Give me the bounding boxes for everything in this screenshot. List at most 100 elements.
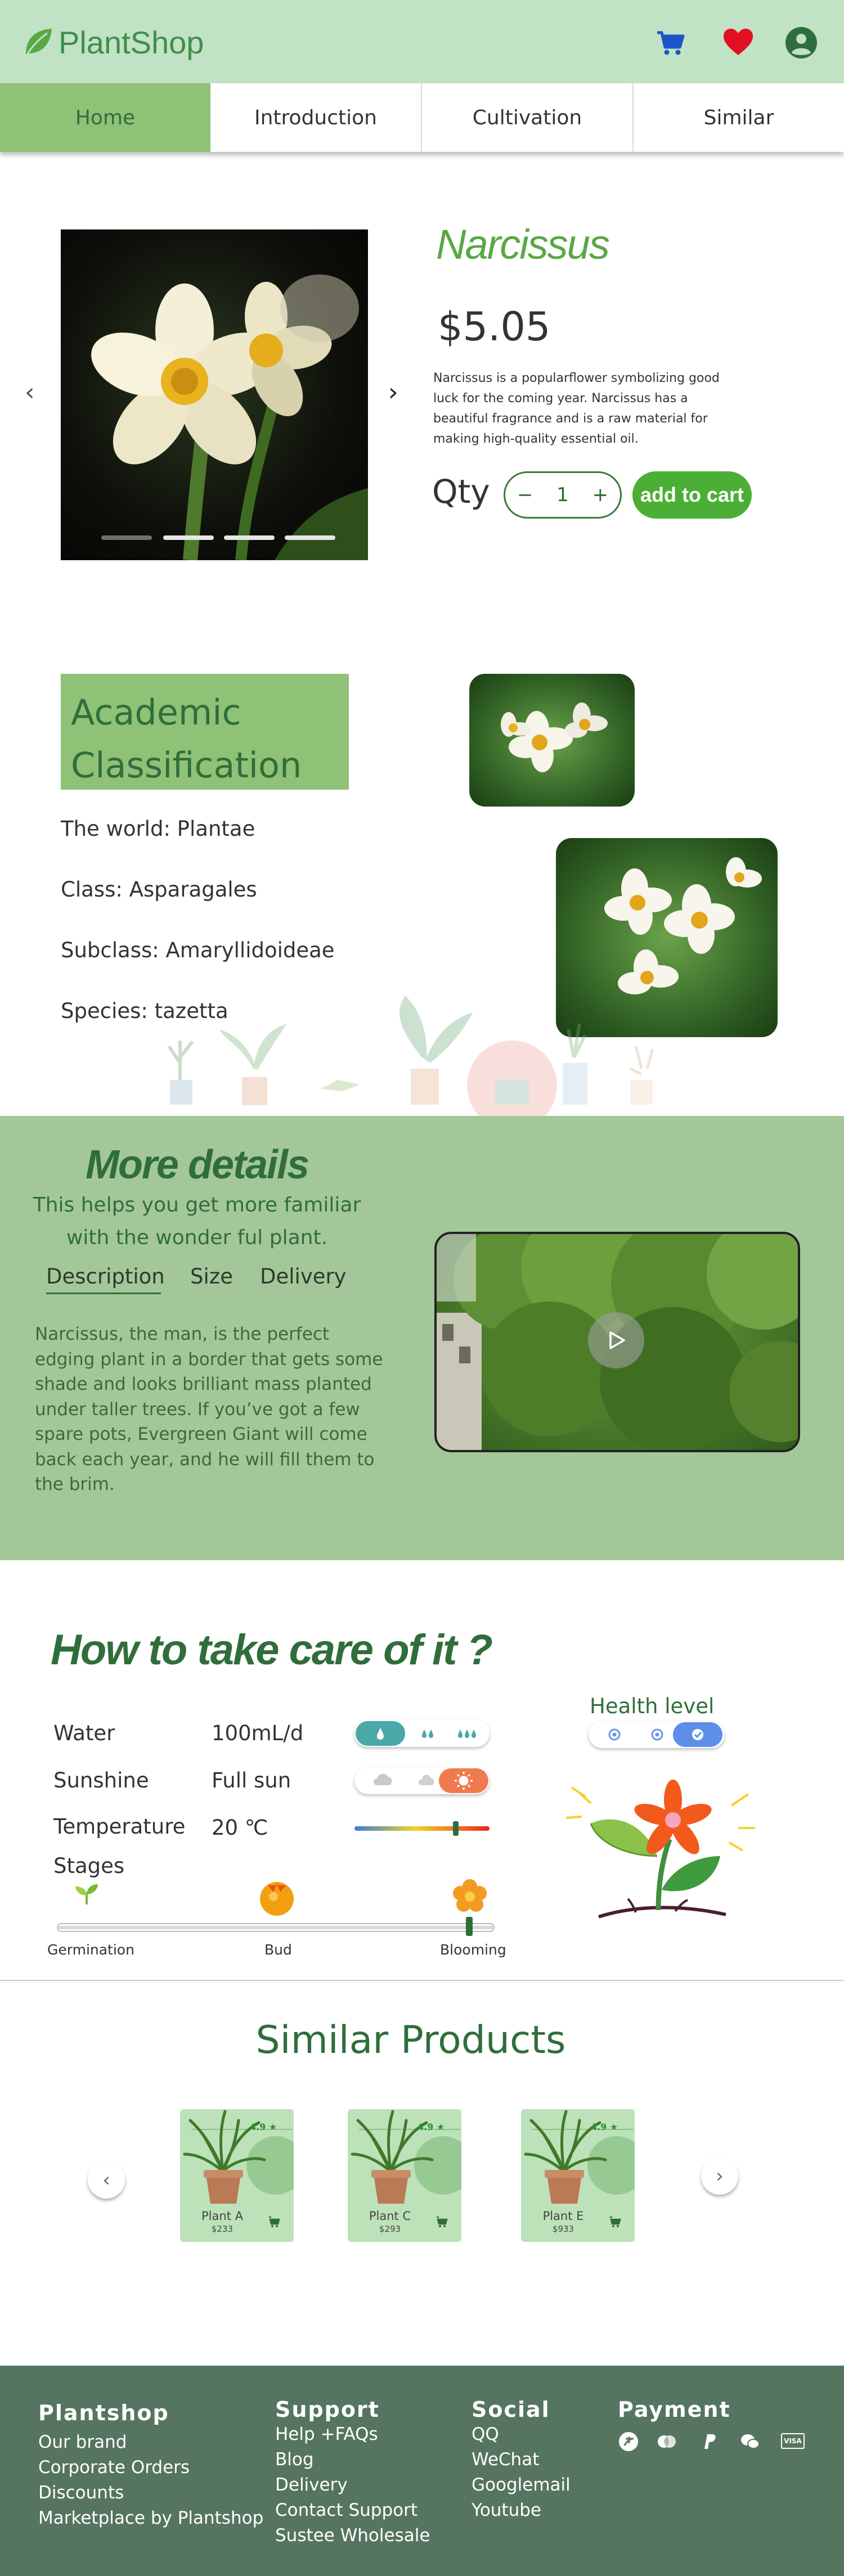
product-price: $5.05 bbox=[438, 304, 551, 350]
water-level-selector[interactable] bbox=[354, 1720, 490, 1747]
product-card[interactable]: 4.9 ★ Plant C $293 bbox=[348, 2109, 461, 2242]
bud-icon bbox=[260, 1882, 294, 1916]
footer-link[interactable]: Sustee Wholesale bbox=[275, 2525, 430, 2546]
details-title: More details bbox=[85, 1142, 309, 1187]
stage-label: Bud bbox=[264, 1942, 292, 1958]
care-label-sunshine: Sunshine bbox=[53, 1768, 149, 1793]
partly-cloudy-icon bbox=[418, 1776, 434, 1785]
temperature-slider-handle[interactable] bbox=[453, 1821, 459, 1836]
footer-link[interactable]: Marketplace by Plantshop bbox=[38, 2508, 263, 2528]
carousel-dot[interactable] bbox=[285, 535, 335, 540]
visa-icon[interactable]: VISA bbox=[781, 2433, 805, 2449]
similar-next-button[interactable]: › bbox=[701, 2158, 738, 2195]
alipay-icon[interactable] bbox=[618, 2431, 639, 2452]
water-drops-icon bbox=[422, 1730, 433, 1738]
carousel-dot[interactable] bbox=[163, 535, 214, 540]
cloud-icon bbox=[374, 1773, 392, 1785]
carousel-dot[interactable] bbox=[101, 535, 152, 540]
product-card-price: $233 bbox=[211, 2224, 234, 2234]
product-image bbox=[61, 229, 368, 560]
product-name: Narcissus bbox=[436, 221, 610, 268]
footer-link[interactable]: QQ bbox=[472, 2424, 499, 2444]
similar-prev-button[interactable]: ‹ bbox=[88, 2161, 125, 2199]
narcissus-flower-image bbox=[91, 274, 368, 560]
main-nav: Home Introduction Cultivation Similar bbox=[0, 83, 844, 152]
product-card-price: $933 bbox=[552, 2224, 574, 2234]
healthy-plant-illustration bbox=[565, 1780, 755, 1919]
flower-photo bbox=[469, 674, 635, 807]
chevron-left-icon: ‹ bbox=[102, 2169, 110, 2191]
product-rating: 4.9 ★ bbox=[250, 2122, 277, 2132]
logo-text: PlantShop bbox=[59, 24, 204, 60]
tab-similar[interactable]: Similar bbox=[634, 83, 844, 152]
product-rating: 4.9 ★ bbox=[591, 2122, 618, 2132]
quantity-stepper: − 1 + bbox=[504, 471, 622, 519]
footer-link[interactable]: Help +FAQs bbox=[275, 2424, 378, 2444]
wechat-pay-icon[interactable] bbox=[739, 2431, 761, 2452]
tab-delivery[interactable]: Delivery bbox=[260, 1264, 347, 1289]
classification-title: Academic Classification bbox=[71, 692, 302, 786]
tab-cultivation[interactable]: Cultivation bbox=[422, 83, 634, 152]
care-label-water: Water bbox=[53, 1721, 115, 1745]
sunshine-level-selector[interactable] bbox=[354, 1767, 490, 1794]
product-card-name: Plant E bbox=[542, 2209, 584, 2223]
add-to-cart-button[interactable]: add to cart bbox=[632, 471, 752, 519]
sprout-icon bbox=[75, 1884, 98, 1904]
tab-description[interactable]: Description bbox=[46, 1264, 165, 1289]
health-level-selector[interactable] bbox=[589, 1721, 725, 1748]
footer-link[interactable]: Googlemail bbox=[472, 2475, 571, 2495]
classification-item: The world: Plantae bbox=[61, 817, 255, 841]
details-description-text: Narcissus, the man, is the perfect edgin… bbox=[35, 1324, 383, 1494]
water-drops-icon bbox=[458, 1730, 476, 1738]
qty-label: Qty bbox=[432, 472, 490, 511]
qty-minus-button[interactable]: − bbox=[517, 484, 533, 506]
health-level-label: Health level bbox=[590, 1694, 715, 1718]
footer-link[interactable]: Discounts bbox=[38, 2483, 124, 2503]
footer-link[interactable]: Delivery bbox=[275, 2475, 348, 2495]
footer-link[interactable]: Our brand bbox=[38, 2432, 127, 2452]
footer-link[interactable]: Contact Support bbox=[275, 2500, 417, 2520]
site-header: PlantShop bbox=[0, 0, 844, 83]
stages-track bbox=[57, 1879, 495, 1936]
paypal-icon[interactable] bbox=[698, 2431, 719, 2452]
play-button[interactable] bbox=[588, 1312, 644, 1368]
footer-link[interactable]: Youtube bbox=[472, 2500, 541, 2520]
user-account-icon[interactable] bbox=[784, 26, 818, 60]
tab-home[interactable]: Home bbox=[0, 83, 210, 152]
temperature-slider[interactable] bbox=[353, 1820, 492, 1837]
carousel-prev-icon[interactable]: ‹ bbox=[25, 378, 35, 407]
similar-products-title: Similar Products bbox=[255, 2018, 566, 2062]
stage-slider-handle[interactable] bbox=[466, 1917, 473, 1936]
product-card-name: Plant C bbox=[369, 2209, 411, 2223]
logo[interactable]: PlantShop bbox=[23, 22, 204, 62]
tab-introduction[interactable]: Introduction bbox=[210, 83, 422, 152]
care-value-sunshine: Full sun bbox=[212, 1768, 291, 1793]
decorative-plants-illustration bbox=[167, 996, 654, 1116]
carousel-next-icon[interactable]: › bbox=[388, 378, 398, 407]
care-label-temperature: Temperature bbox=[53, 1814, 186, 1839]
qty-value[interactable]: 1 bbox=[556, 484, 569, 506]
stages-label: Stages bbox=[53, 1854, 125, 1878]
footer-heading-support: Support bbox=[275, 2397, 380, 2422]
heart-icon[interactable] bbox=[721, 26, 755, 60]
stage-label: Germination bbox=[47, 1942, 134, 1958]
add-to-cart-icon bbox=[437, 2216, 448, 2225]
stage-label: Blooming bbox=[440, 1942, 506, 1958]
product-card[interactable]: 4.9 ★ Plant A $233 bbox=[180, 2109, 294, 2242]
footer-link[interactable]: Corporate Orders bbox=[38, 2457, 190, 2478]
add-to-cart-icon bbox=[269, 2216, 280, 2225]
product-card-name: Plant A bbox=[201, 2209, 243, 2223]
classification-item: Subclass: Amaryllidoideae bbox=[61, 938, 335, 962]
carousel-dot[interactable] bbox=[224, 535, 275, 540]
play-icon bbox=[609, 1331, 625, 1349]
footer-heading-plantshop: Plantshop bbox=[38, 2401, 169, 2425]
footer-link[interactable]: WeChat bbox=[472, 2449, 539, 2470]
footer-heading-payment: Payment bbox=[618, 2397, 731, 2422]
tab-size[interactable]: Size bbox=[190, 1264, 233, 1289]
footer-link[interactable]: Blog bbox=[275, 2449, 314, 2470]
cart-icon[interactable] bbox=[654, 26, 688, 60]
qty-plus-button[interactable]: + bbox=[592, 484, 609, 506]
product-card[interactable]: 4.9 ★ Plant E $933 bbox=[521, 2109, 635, 2242]
product-description: Narcissus is a popularflower symbolizing… bbox=[433, 371, 720, 446]
mastercard-icon[interactable] bbox=[656, 2431, 677, 2452]
